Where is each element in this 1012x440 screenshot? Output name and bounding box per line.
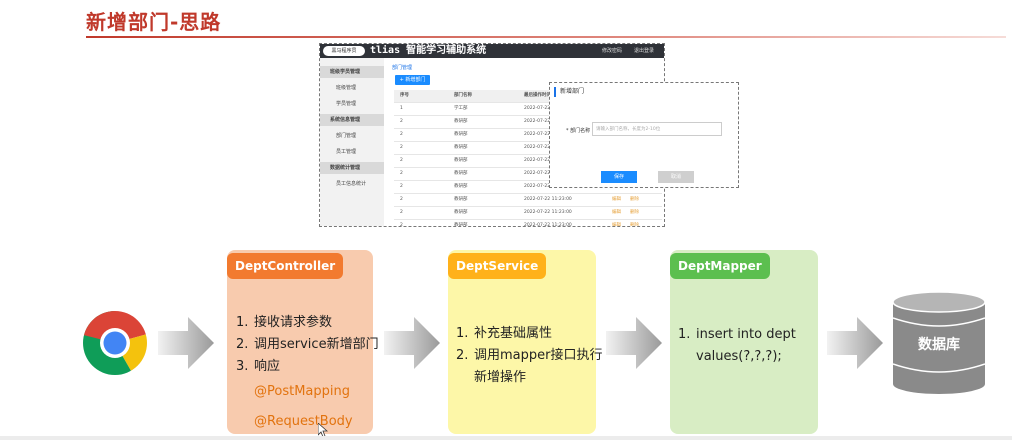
- table-cell: 教研部: [454, 132, 468, 137]
- table-cell: 教研部: [454, 119, 468, 124]
- table-row: 2 教研部 2022-07-22 11:23:00 编辑 删除: [394, 220, 662, 227]
- chrome-browser-icon: [83, 311, 147, 375]
- table-cell: 2: [400, 132, 403, 137]
- app-logo: 黑马程序员: [323, 46, 365, 56]
- table-cell: 2: [400, 223, 403, 227]
- sidebar-item-class[interactable]: 班级管理: [320, 82, 384, 94]
- sidebar-item-class-student[interactable]: 班级学员管理: [320, 66, 384, 78]
- mapper-step: 1. insert into dept: [678, 327, 796, 342]
- edit-link[interactable]: 编辑: [612, 220, 621, 226]
- title-underline: [86, 36, 1006, 38]
- table-cell: 教研部: [454, 197, 468, 202]
- annotation-post-mapping: @PostMapping: [254, 384, 350, 399]
- service-step: 1. 补充基础属性: [456, 326, 553, 341]
- table-cell: 2: [400, 158, 403, 163]
- service-step-continuation: 新增操作: [474, 370, 527, 385]
- edit-link[interactable]: 编辑: [612, 207, 621, 219]
- sidebar-item-employee[interactable]: 员工管理: [320, 146, 384, 158]
- controller-step: 1. 接收请求参数: [236, 315, 333, 330]
- table-cell: 2022-07-22: [524, 158, 551, 163]
- sidebar-item-student[interactable]: 学员管理: [320, 98, 384, 110]
- controller-step: 2. 调用service新增部门: [236, 337, 379, 352]
- table-cell: 教研部: [454, 184, 468, 189]
- change-password-link[interactable]: 修改密码: [602, 44, 622, 58]
- table-cell: 2022-07-22: [524, 171, 551, 176]
- dept-name-label: * 部门名称: [566, 128, 591, 134]
- arrow-right-icon: [606, 317, 662, 369]
- table-cell: 2022-07-22: [524, 184, 551, 189]
- add-dept-dialog: 新增部门 * 部门名称 请输入部门名称，长度为2-10位 保存 取消: [549, 82, 739, 188]
- arrow-right-icon: [158, 317, 214, 369]
- table-cell: 教研部: [454, 210, 468, 215]
- table-cell: 2022-07-22 11:23:00: [524, 210, 572, 215]
- bottom-strip: [0, 436, 1012, 440]
- table-cell: 2: [400, 210, 403, 215]
- mapper-step-continuation: values(?,?,?);: [696, 349, 782, 364]
- table-row: 2 教研部 2022-07-22 11:23:00 编辑 删除: [394, 194, 662, 207]
- table-cell: 2022-07-22 11:23:00: [524, 223, 572, 227]
- app-title: tlias 智能学习辅助系统: [370, 45, 487, 56]
- th-time: 最后操作时间: [524, 93, 551, 98]
- table-cell: 1: [400, 106, 403, 111]
- delete-link[interactable]: 删除: [630, 220, 639, 226]
- table-cell: 教研部: [454, 223, 468, 227]
- arrow-right-icon: [384, 317, 440, 369]
- delete-link[interactable]: 删除: [630, 207, 639, 219]
- service-step: 2. 调用mapper接口执行: [456, 348, 603, 363]
- sidebar-item-statistics[interactable]: 数据统计管理: [320, 162, 384, 174]
- save-button[interactable]: 保存: [601, 171, 637, 183]
- table-cell: 2022-07-22: [524, 119, 551, 124]
- mapper-tag: DeptMapper: [670, 253, 770, 279]
- app-sidebar: 班级学员管理 班级管理 学员管理 系统信息管理 部门管理 员工管理 数据统计管理…: [320, 58, 384, 226]
- sidebar-item-dept[interactable]: 部门管理: [320, 130, 384, 142]
- database-label: 数据库: [918, 337, 960, 353]
- table-cell: 2022-07-22 11:23:00: [524, 197, 572, 202]
- sidebar-item-system[interactable]: 系统信息管理: [320, 114, 384, 126]
- th-index: 序号: [400, 93, 409, 98]
- dept-name-input[interactable]: 请输入部门名称，长度为2-10位: [592, 122, 722, 136]
- table-cell: 2: [400, 145, 403, 150]
- th-name: 部门名称: [454, 93, 472, 98]
- table-cell: 学工部: [454, 106, 468, 111]
- annotation-request-body: @RequestBody: [254, 414, 353, 429]
- cancel-button[interactable]: 取消: [658, 171, 694, 183]
- logout-link[interactable]: 退出登录: [634, 44, 654, 58]
- edit-link[interactable]: 编辑: [612, 194, 621, 206]
- dialog-title: 新增部门: [560, 88, 585, 95]
- delete-link[interactable]: 删除: [630, 194, 639, 206]
- table-cell: 2022-07-22: [524, 132, 551, 137]
- table-cell: 2: [400, 171, 403, 176]
- breadcrumb: 部门管理: [392, 65, 413, 71]
- mouse-cursor-icon: [318, 423, 328, 437]
- table-cell: 2: [400, 119, 403, 124]
- table-cell: 教研部: [454, 145, 468, 150]
- add-dept-button[interactable]: + 新增部门: [395, 75, 430, 85]
- table-cell: 教研部: [454, 158, 468, 163]
- app-header: 黑马程序员 tlias 智能学习辅助系统 修改密码 退出登录: [320, 44, 664, 58]
- sidebar-item-emp-stats[interactable]: 员工信息统计: [320, 178, 384, 190]
- slide-title: 新增部门-思路: [86, 10, 222, 34]
- table-cell: 2: [400, 184, 403, 189]
- dialog-accent: [554, 87, 556, 97]
- controller-tag: DeptController: [227, 253, 344, 279]
- table-cell: 2: [400, 197, 403, 202]
- table-cell: 2022-07-22: [524, 106, 551, 111]
- table-row: 2 教研部 2022-07-22 11:23:00 编辑 删除: [394, 207, 662, 220]
- service-tag: DeptService: [448, 253, 547, 279]
- arrow-right-icon: [827, 317, 883, 369]
- controller-step: 3. 响应: [236, 359, 281, 374]
- table-cell: 教研部: [454, 171, 468, 176]
- table-cell: 2022-07-22: [524, 145, 551, 150]
